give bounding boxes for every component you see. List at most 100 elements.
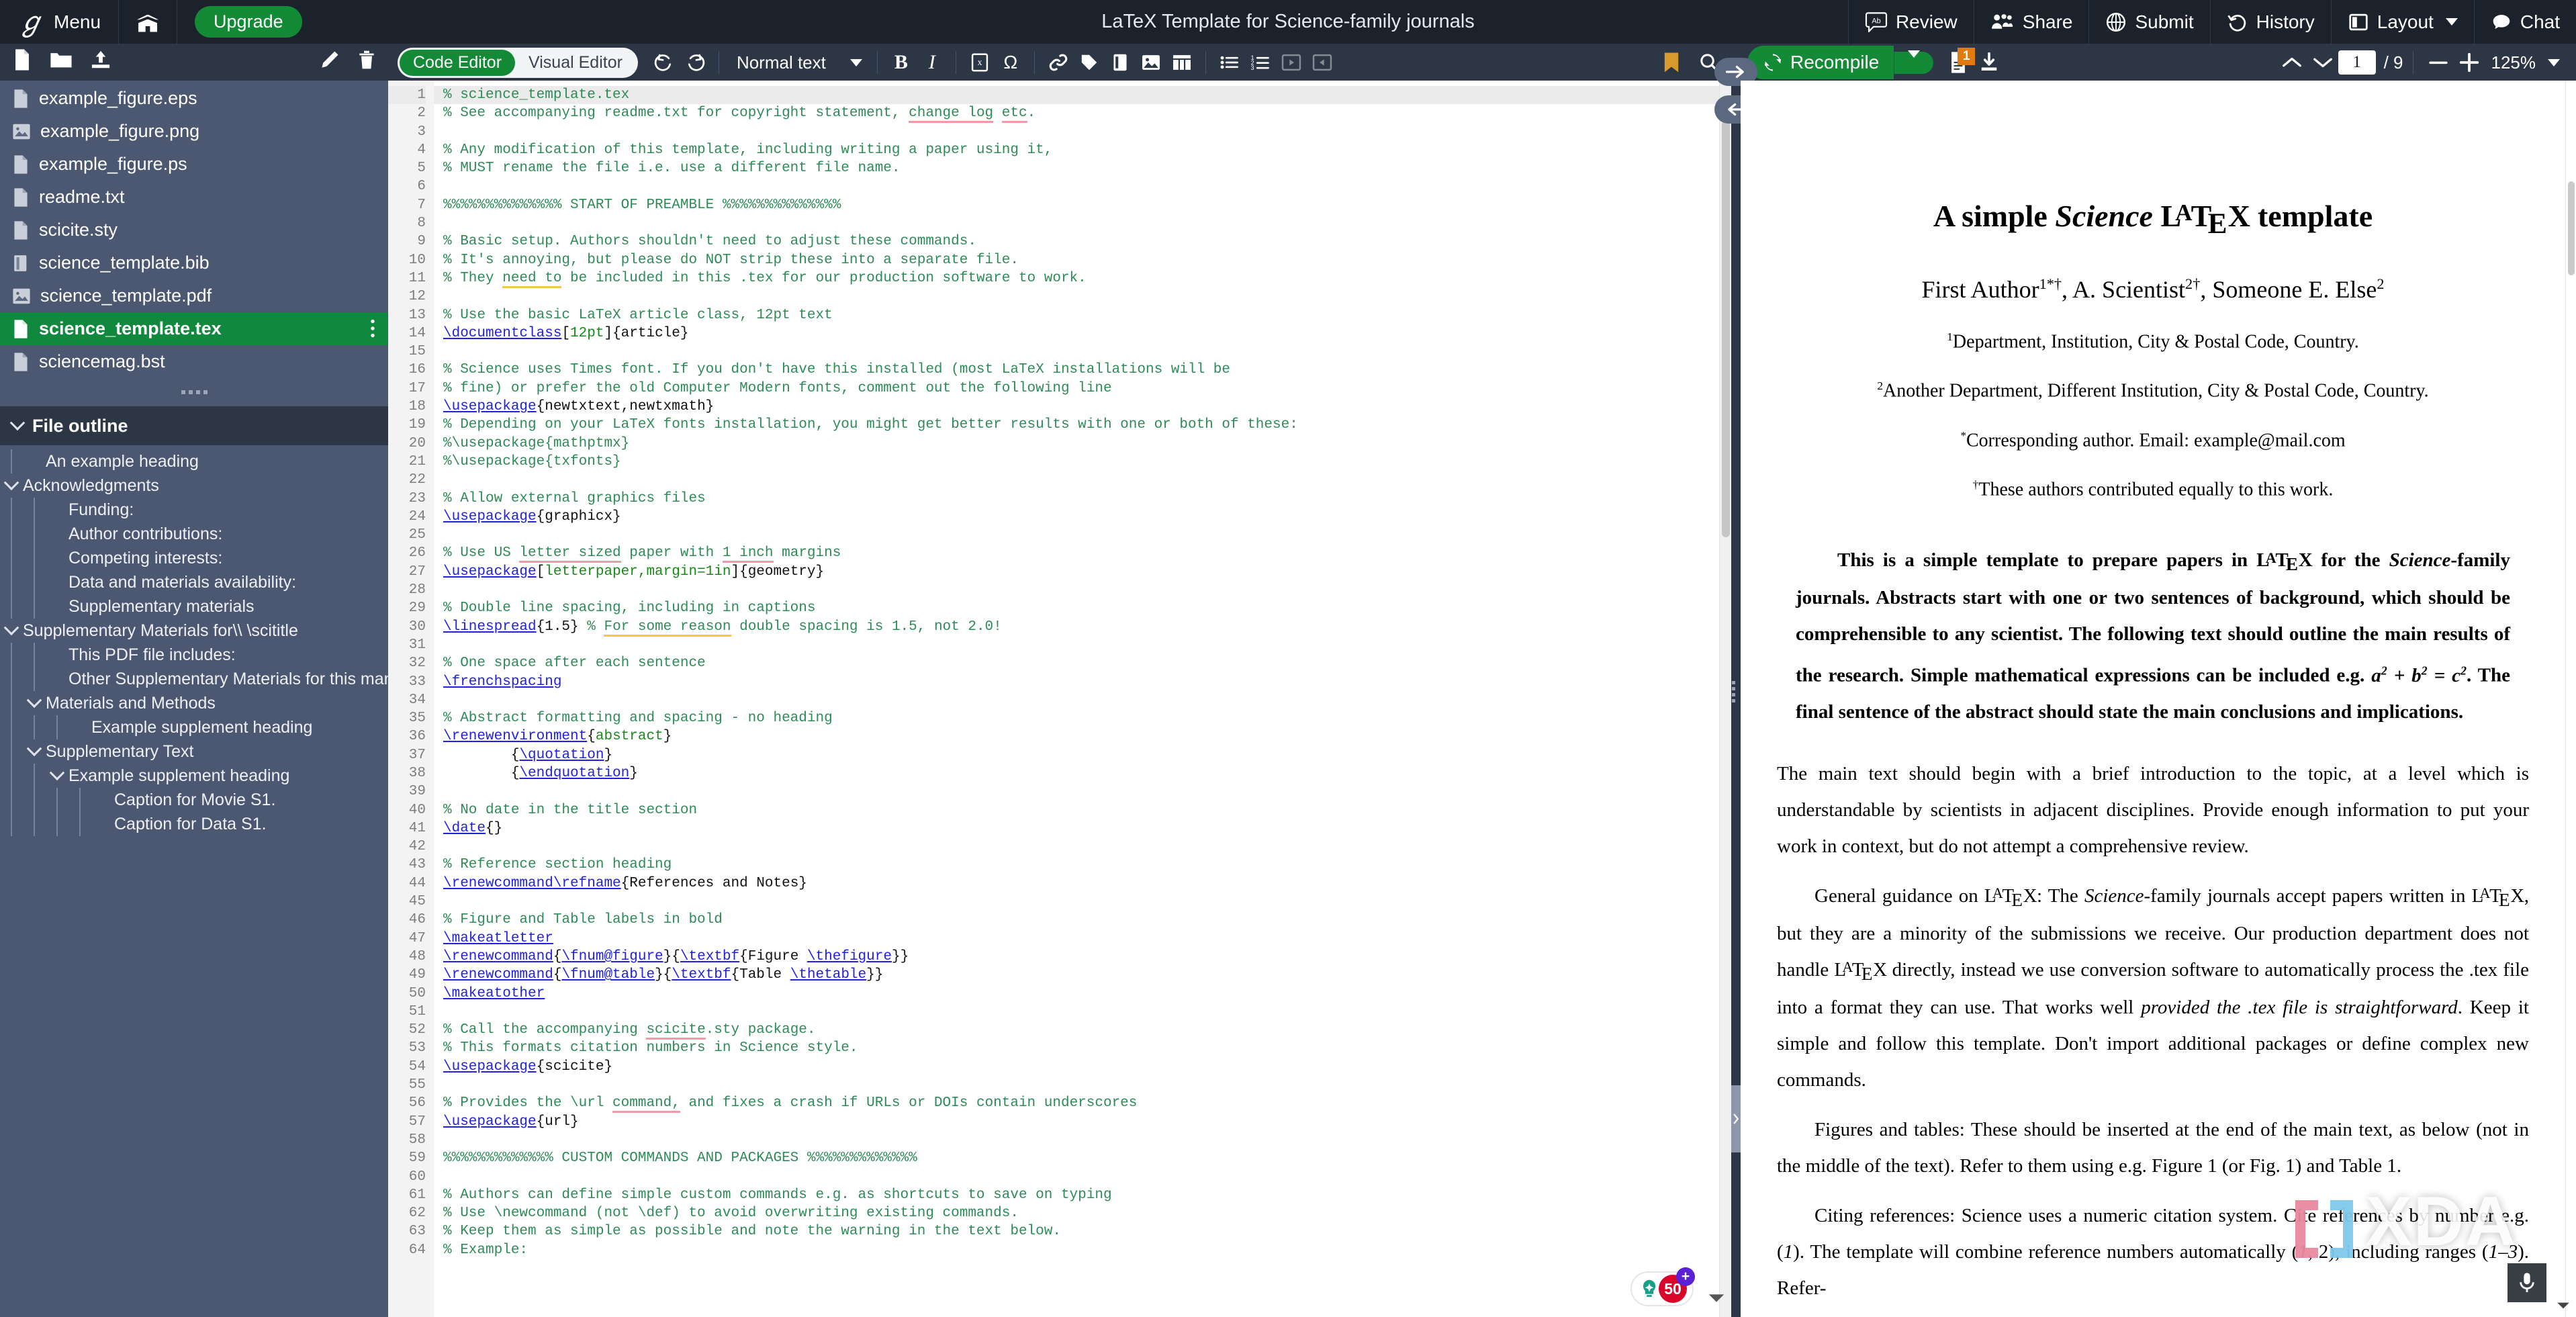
code-line[interactable]: %%%%%%%%%%%%% CUSTOM COMMANDS AND PACKAG… [443,1149,1719,1167]
code-line[interactable] [443,1168,1719,1186]
code-line[interactable]: \usepackage{graphicx} [443,508,1719,526]
chevron-down-icon[interactable] [23,746,46,757]
code-line[interactable]: \usepackage[letterpaper,margin=1in]{geom… [443,563,1719,581]
file-outline-header[interactable]: File outline [0,406,388,445]
delete-icon[interactable] [357,49,376,76]
rename-icon[interactable] [320,50,340,75]
chevron-down-icon[interactable] [0,625,23,636]
code-line[interactable] [443,1003,1719,1021]
code-line[interactable]: % Example: [443,1241,1719,1259]
code-line[interactable]: % Science uses Times font. If you don't … [443,361,1719,379]
code-line[interactable]: % fine) or prefer the old Computer Moder… [443,379,1719,398]
code-line[interactable]: % This formats citation numbers in Scien… [443,1039,1719,1057]
share-button[interactable]: Share [1974,0,2089,44]
outline-item[interactable]: Caption for Movie S1. [0,788,388,812]
code-line[interactable] [443,343,1719,361]
code-line[interactable] [443,1076,1719,1094]
outline-item[interactable]: Data and materials availability: [0,570,388,594]
pdf-viewport[interactable]: A simple Science LATEX template First Au… [1741,81,2576,1317]
outline-item[interactable]: This PDF file includes: [0,643,388,667]
code-line[interactable]: % Allow external graphics files [443,490,1719,508]
label-button[interactable] [1074,48,1105,77]
code-line[interactable]: % Use the basic LaTeX article class, 12p… [443,306,1719,324]
undo-button[interactable] [649,48,680,77]
outline-item[interactable]: Caption for Data S1. [0,812,388,836]
plus-icon[interactable]: + [1676,1267,1695,1286]
file-item-example-figure-png[interactable]: example_figure.png [0,115,388,148]
tab-visual-editor[interactable]: Visual Editor [515,50,636,76]
code-line[interactable]: \usepackage{newtxtext,newtxmath} [443,398,1719,416]
chevron-down-icon[interactable] [46,770,68,781]
code-line[interactable] [443,471,1719,489]
paragraph-style-select[interactable]: Normal text [727,52,869,73]
outline-item[interactable]: An example heading [0,449,388,473]
outline-item[interactable]: Competing interests: [0,546,388,570]
code-line[interactable]: \makeatletter [443,929,1719,948]
editor-scroll-down-icon[interactable] [1707,1287,1726,1310]
outline-item[interactable]: Example supplement heading [0,715,388,739]
download-pdf-button[interactable] [1974,48,2005,77]
code-line[interactable]: \renewcommand\refname{References and Not… [443,874,1719,893]
file-item-example-figure-ps[interactable]: example_figure.ps [0,148,388,181]
next-page-button[interactable] [2307,48,2338,77]
ai-assist-widget[interactable]: 50 + [1630,1271,1694,1306]
code-line[interactable]: \usepackage{url} [443,1113,1719,1131]
file-item-scicite-sty[interactable]: scicite.sty [0,214,388,246]
code-line[interactable]: % MUST rename the file i.e. use a differ… [443,159,1719,177]
file-item-sciencemag-bst[interactable]: sciencemag.bst [0,345,388,378]
recompile-button[interactable]: Recompile [1747,46,1894,79]
code-line[interactable]: {\quotation} [443,746,1719,764]
code-line[interactable]: \frenchspacing [443,673,1719,691]
code-line[interactable] [443,636,1719,654]
code-line[interactable]: %%%%%%%%%%%%%% START OF PREAMBLE %%%%%%%… [443,196,1719,214]
file-item-science-template-bib[interactable]: science_template.bib [0,246,388,279]
code-line[interactable]: \renewcommand{\fnum@table}{\textbf{Table… [443,966,1719,984]
code-line[interactable] [443,526,1719,544]
file-menu-icon[interactable] [369,318,376,338]
code-line[interactable]: \documentclass[12pt]{article} [443,324,1719,343]
italic-button[interactable]: I [917,48,948,77]
pdf-scroll-down-icon[interactable] [2552,1294,2575,1317]
redo-button[interactable] [680,48,710,77]
code-line[interactable]: % Double line spacing, including in capt… [443,599,1719,617]
file-item-example-figure-eps[interactable]: example_figure.eps [0,82,388,115]
bibliography-button[interactable] [1105,48,1136,77]
divider-highlight[interactable] [1731,1085,1741,1152]
file-item-readme-txt[interactable]: readme.txt [0,181,388,214]
code-line[interactable] [443,287,1719,306]
history-button[interactable]: History [2210,0,2331,44]
outline-item[interactable]: Example supplement heading [0,764,388,788]
new-file-icon[interactable] [12,48,32,77]
outline-item[interactable]: Acknowledgments [0,473,388,498]
code-line[interactable]: % One space after each sentence [443,654,1719,672]
code-line[interactable]: % Any modification of this template, inc… [443,141,1719,159]
review-button[interactable]: Ab Review [1848,0,1974,44]
code-line[interactable]: % Call the accompanying scicite.sty pack… [443,1021,1719,1039]
code-line[interactable]: \renewcommand{\fnum@figure}{\textbf{Figu… [443,948,1719,966]
code-line[interactable] [443,837,1719,856]
numbered-list-button[interactable]: 123 [1245,48,1276,77]
code-line[interactable]: % Use \newcommand (not \def) to avoid ov… [443,1204,1719,1222]
file-item-science-template-tex[interactable]: science_template.tex [0,312,388,345]
symbol-button[interactable]: Ω [995,48,1026,77]
zoom-in-button[interactable] [2454,48,2485,77]
outline-item[interactable]: Author contributions: [0,522,388,546]
scrollbar-thumb[interactable] [1722,121,1730,537]
code-line[interactable]: %\usepackage{mathptmx} [443,435,1719,453]
page-number-input[interactable]: 1 [2338,50,2376,75]
outline-item[interactable]: Supplementary Materials for\\ \scititle [0,619,388,643]
outline-item[interactable]: Supplementary Text [0,739,388,764]
code-content[interactable]: % science_template.tex% See accompanying… [434,81,1719,1317]
indent-button[interactable] [1307,48,1338,77]
code-line[interactable]: % Figure and Table labels in bold [443,911,1719,929]
microphone-button[interactable] [2508,1263,2546,1302]
code-line[interactable]: % Authors can define simple custom comma… [443,1186,1719,1204]
code-line[interactable]: % They need to be included in this .tex … [443,269,1719,287]
code-line[interactable]: % Abstract formatting and spacing - no h… [443,709,1719,727]
file-item-science-template-pdf[interactable]: science_template.pdf [0,279,388,312]
code-line[interactable]: {\endquotation} [443,764,1719,782]
code-line[interactable]: % Provides the \url command, and fixes a… [443,1094,1719,1112]
layout-button[interactable]: Layout [2331,0,2474,44]
bookmark-button[interactable] [1656,48,1687,77]
home-button[interactable] [119,0,177,44]
